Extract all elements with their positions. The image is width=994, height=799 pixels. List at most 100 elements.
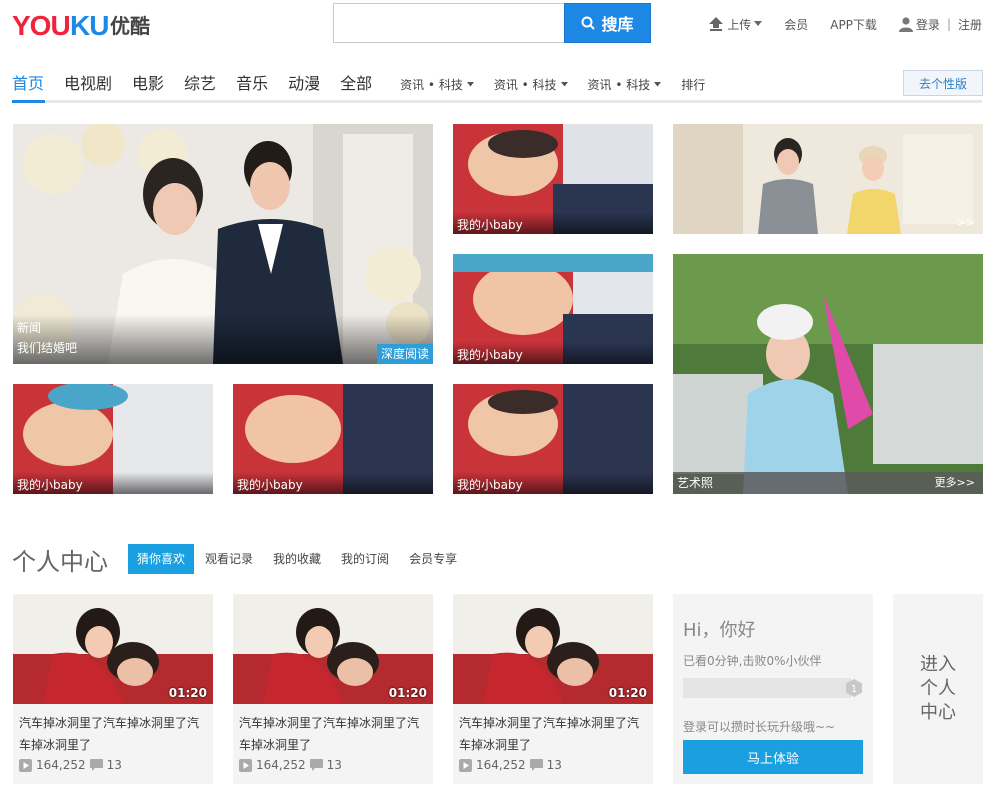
login-link[interactable]: 登录 (916, 16, 940, 33)
svg-text:KU: KU (70, 10, 108, 41)
nav-sub-label: 资讯 • 科技 (493, 78, 557, 92)
tile-title: 艺术照 (677, 476, 714, 490)
nav-item-all[interactable]: 全部 (340, 70, 372, 94)
tab-history[interactable]: 观看记录 (196, 544, 262, 574)
play-count-icon (239, 758, 252, 772)
video-card[interactable]: 01:20 汽车掉冰洞里了汽车掉冰洞里了汽车掉冰洞里了 164,252 13 (13, 594, 213, 784)
chevron-down-icon (560, 82, 568, 87)
play-count: 164,252 (256, 758, 306, 772)
divider: | (946, 17, 951, 31)
deep-read-badge[interactable]: 深度阅读 (376, 344, 433, 364)
nav-sub-news-1[interactable]: 资讯 • 科技 (400, 76, 474, 93)
chevron-down-icon (466, 82, 474, 87)
top-links: 上传 会员 APP下载 登录 | 注册 (686, 15, 982, 33)
watch-stat: 已看0分钟,击败0%小伙伴 (683, 654, 822, 668)
comment-count: 13 (326, 758, 342, 772)
video-meta: 164,252 13 (19, 758, 122, 772)
video-duration: 01:20 (608, 686, 647, 700)
vip-label: 会员 (784, 17, 809, 32)
video-title[interactable]: 汽车掉冰洞里了汽车掉冰洞里了汽车掉冰洞里了 (19, 712, 209, 756)
tab-favorites[interactable]: 我的收藏 (264, 544, 330, 574)
enter-personal-center[interactable]: 进入个人中心 (893, 594, 983, 784)
nav-item-movie[interactable]: 电影 (132, 70, 164, 94)
section-title: 个人中心 (12, 548, 108, 576)
featured-tile-baby[interactable]: 我的小baby (453, 254, 653, 364)
search-icon (581, 16, 596, 30)
search-bar: 搜库 (333, 3, 651, 43)
nav-item-home[interactable]: 首页 (12, 70, 44, 94)
upload-label: 上传 (727, 17, 752, 32)
register-link[interactable]: 注册 (958, 16, 982, 33)
video-meta: 164,252 13 (459, 758, 562, 772)
video-thumbnail[interactable]: 01:20 (453, 594, 653, 704)
featured-tile-wedding[interactable]: 新闻 我们结婚吧 深度阅读 (13, 124, 433, 364)
nav-sub-label: 资讯 • 科技 (587, 78, 651, 92)
more-link[interactable]: 更多>> (935, 472, 975, 494)
featured-tile-baby[interactable]: 我的小baby (233, 384, 433, 494)
account-links: 登录 | 注册 (898, 16, 982, 33)
comment-count: 13 (106, 758, 122, 772)
video-thumbnail[interactable]: 01:20 (233, 594, 433, 704)
video-duration: 01:20 (168, 686, 207, 700)
vip-link[interactable]: 会员 (784, 16, 808, 33)
video-card[interactable]: 01:20 汽车掉冰洞里了汽车掉冰洞里了汽车掉冰洞里了 164,252 13 (233, 594, 433, 784)
video-title[interactable]: 汽车掉冰洞里了汽车掉冰洞里了汽车掉冰洞里了 (239, 712, 429, 756)
nav-item-tv[interactable]: 电视剧 (64, 70, 112, 94)
upload-link[interactable]: 上传 (708, 16, 763, 33)
more-link[interactable]: >> (957, 212, 975, 234)
upload-icon (709, 17, 724, 31)
featured-tile-baby[interactable]: 我的小baby (453, 124, 653, 234)
nav-sub-label: 资讯 • 科技 (400, 78, 463, 92)
logo-cn: 优酷 (110, 14, 150, 38)
try-now-button[interactable]: 马上体验 (683, 740, 863, 774)
tile-caption: 我的小baby (453, 472, 653, 494)
nav-rank[interactable]: 排行 (681, 76, 705, 93)
nav-item-anime[interactable]: 动漫 (288, 70, 320, 94)
nav-item-music[interactable]: 音乐 (236, 70, 268, 94)
video-meta: 164,252 13 (239, 758, 342, 772)
comment-icon (89, 759, 103, 771)
nav-sub-news-2[interactable]: 资讯 • 科技 (494, 76, 568, 93)
level-number: 1 (851, 684, 857, 695)
comment-icon (529, 759, 543, 771)
personal-tabs: 猜你喜欢 观看记录 我的收藏 我的订阅 会员专享 (128, 544, 468, 574)
tile-caption: 我的小baby (453, 342, 653, 364)
featured-tile-art-photo[interactable]: 艺术照 更多>> (673, 254, 983, 494)
video-duration: 01:20 (388, 686, 427, 700)
app-download-label: APP下载 (830, 17, 877, 32)
svg-text:YOU: YOU (12, 10, 70, 41)
video-thumbnail[interactable]: 01:20 (13, 594, 213, 704)
app-download-link[interactable]: APP下载 (830, 16, 877, 33)
video-card[interactable]: 01:20 汽车掉冰洞里了汽车掉冰洞里了汽车掉冰洞里了 164,252 13 (453, 594, 653, 784)
tab-subscriptions[interactable]: 我的订阅 (332, 544, 398, 574)
tile-caption: 新闻 我们结婚吧 (13, 314, 433, 364)
tab-recommend[interactable]: 猜你喜欢 (128, 544, 195, 574)
art-photo (673, 254, 983, 494)
comment-count: 13 (546, 758, 562, 772)
tab-vip[interactable]: 会员专享 (400, 544, 466, 574)
video-title[interactable]: 汽车掉冰洞里了汽车掉冰洞里了汽车掉冰洞里了 (459, 712, 649, 756)
featured-tile-baby[interactable]: 我的小baby (13, 384, 213, 494)
user-icon (898, 16, 913, 32)
youku-logo[interactable]: YOU KU 优酷 (12, 8, 157, 42)
nav-divider (12, 100, 982, 103)
search-button[interactable]: 搜库 (564, 3, 651, 43)
level-progress-bar (683, 678, 851, 698)
play-count-icon (459, 758, 472, 772)
nav-active-indicator (12, 100, 45, 103)
nav-item-variety[interactable]: 综艺 (184, 70, 216, 94)
level-badge-icon: 1 (845, 679, 863, 697)
play-count: 164,252 (36, 758, 86, 772)
enter-personal-center-label: 进入个人中心 (920, 654, 956, 723)
play-count: 164,252 (476, 758, 526, 772)
greeting: Hi，你好 (683, 620, 756, 641)
featured-tile-couple[interactable]: >> (673, 124, 983, 234)
personal-version-button[interactable]: 去个性版 (903, 70, 983, 96)
search-button-label: 搜库 (601, 15, 634, 34)
nav-sub-news-3[interactable]: 资讯 • 科技 (588, 76, 662, 93)
search-input[interactable] (333, 3, 565, 43)
featured-tile-baby[interactable]: 我的小baby (453, 384, 653, 494)
tile-category: 新闻 (17, 321, 42, 335)
upgrade-tip: 登录可以攒时长玩升级哦~~ (683, 720, 836, 734)
couple-photo (673, 124, 983, 234)
